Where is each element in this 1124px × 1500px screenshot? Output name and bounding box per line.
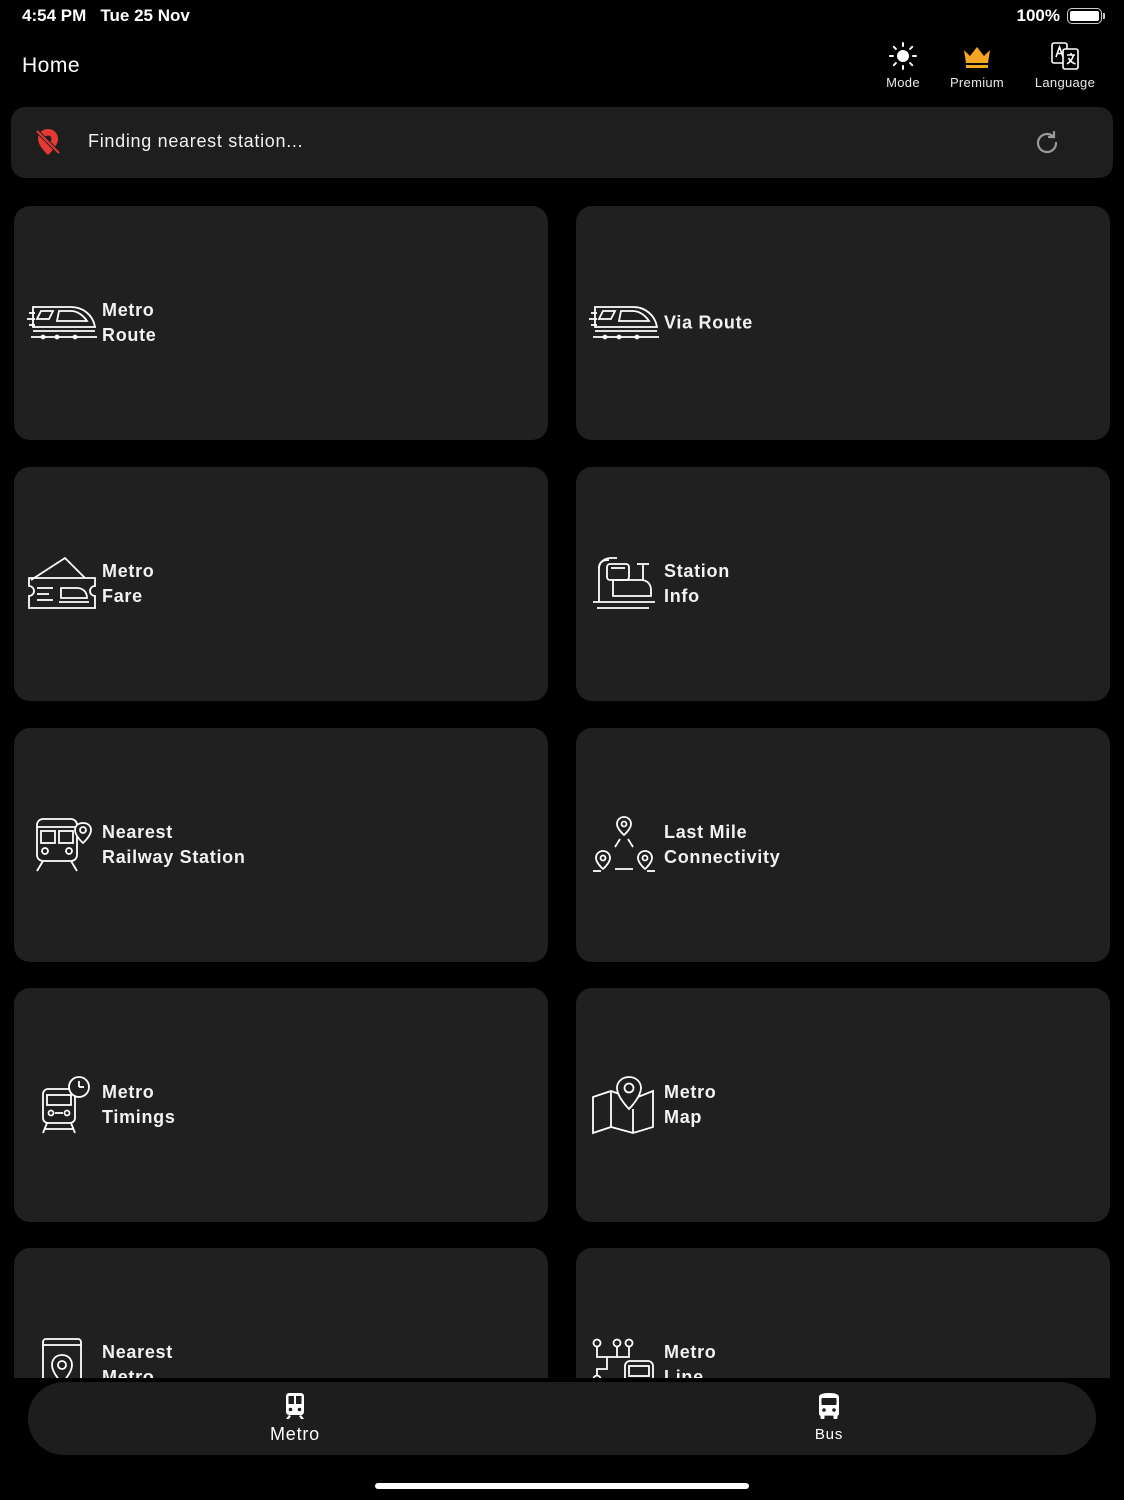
card-label: Nearest Railway Station — [102, 822, 246, 867]
nav-tab-metro[interactable]: Metro — [225, 1392, 365, 1445]
page-title: Home — [22, 54, 81, 77]
metro-route-card[interactable]: Metro Route — [14, 206, 548, 440]
card-label: Metro Fare — [102, 561, 155, 606]
metro-line-icon — [592, 1338, 654, 1378]
card-label: Nearest Metro — [102, 1342, 173, 1378]
premium-label: Premium — [949, 75, 1005, 90]
location-off-icon — [35, 129, 61, 155]
card-label: Metro Timings — [102, 1082, 176, 1127]
metro-fare-card[interactable]: Metro Fare — [14, 467, 548, 701]
battery-icon — [1067, 8, 1102, 24]
train-clock-icon — [42, 1076, 90, 1134]
nav-bus-label: Bus — [814, 1426, 844, 1443]
battery-percentage: 100% — [1016, 6, 1060, 25]
status-date: Tue 25 Nov — [100, 6, 190, 25]
metro-map-card[interactable]: Metro Map — [576, 988, 1110, 1222]
metro-train-icon — [27, 306, 97, 340]
card-label: Station Info — [664, 561, 730, 606]
map-pin-icon — [592, 1076, 654, 1135]
bottom-navigation: Metro Bus — [28, 1382, 1096, 1455]
nearest-metro-icon — [42, 1338, 82, 1378]
metro-line-card[interactable]: Metro Line — [576, 1248, 1110, 1378]
metro-icon — [286, 1393, 304, 1419]
status-time: 4:54 PM Tue 25 Nov — [22, 6, 190, 25]
status-bar: 4:54 PM Tue 25 Nov 100% — [0, 0, 1124, 32]
language-label: Language — [1034, 75, 1096, 90]
metro-timings-card[interactable]: Metro Timings — [14, 988, 548, 1222]
card-label: Last Mile Connectivity — [664, 822, 781, 867]
nearest-station-banner[interactable]: Finding nearest station... — [11, 107, 1113, 178]
via-route-card[interactable]: Via Route — [576, 206, 1110, 440]
station-info-card[interactable]: Station Info — [576, 467, 1110, 701]
card-label: Metro Line — [664, 1342, 717, 1378]
railway-location-icon — [36, 818, 92, 872]
feature-grid: Metro Route Via Route Metro Fare Station… — [0, 178, 1124, 1378]
premium-button[interactable]: Premium — [932, 40, 1022, 90]
bus-icon — [819, 1393, 839, 1419]
last-mile-connectivity-card[interactable]: Last Mile Connectivity — [576, 728, 1110, 962]
card-label: Metro Map — [664, 1082, 717, 1127]
refresh-icon[interactable] — [1033, 129, 1061, 157]
app-header: Home Mode Premium Language — [0, 36, 1124, 98]
mode-label: Mode — [886, 75, 920, 90]
language-button[interactable]: Language — [1020, 40, 1110, 90]
card-label: Via Route — [664, 312, 753, 333]
nav-metro-label: Metro — [269, 1424, 320, 1444]
nearest-station-text: Finding nearest station... — [88, 131, 304, 151]
home-indicator[interactable] — [375, 1483, 749, 1489]
card-label: Metro Route — [102, 300, 157, 345]
nearest-railway-station-card[interactable]: Nearest Railway Station — [14, 728, 548, 962]
translate-icon — [1051, 42, 1079, 70]
connectivity-icon — [593, 816, 655, 872]
nearest-metro-card[interactable]: Nearest Metro — [14, 1248, 548, 1378]
nav-tab-bus[interactable]: Bus — [759, 1392, 899, 1443]
metro-train-icon — [589, 306, 659, 340]
crown-icon — [964, 47, 990, 68]
ticket-icon — [28, 556, 96, 609]
station-icon — [593, 557, 655, 609]
sun-icon — [889, 42, 917, 70]
